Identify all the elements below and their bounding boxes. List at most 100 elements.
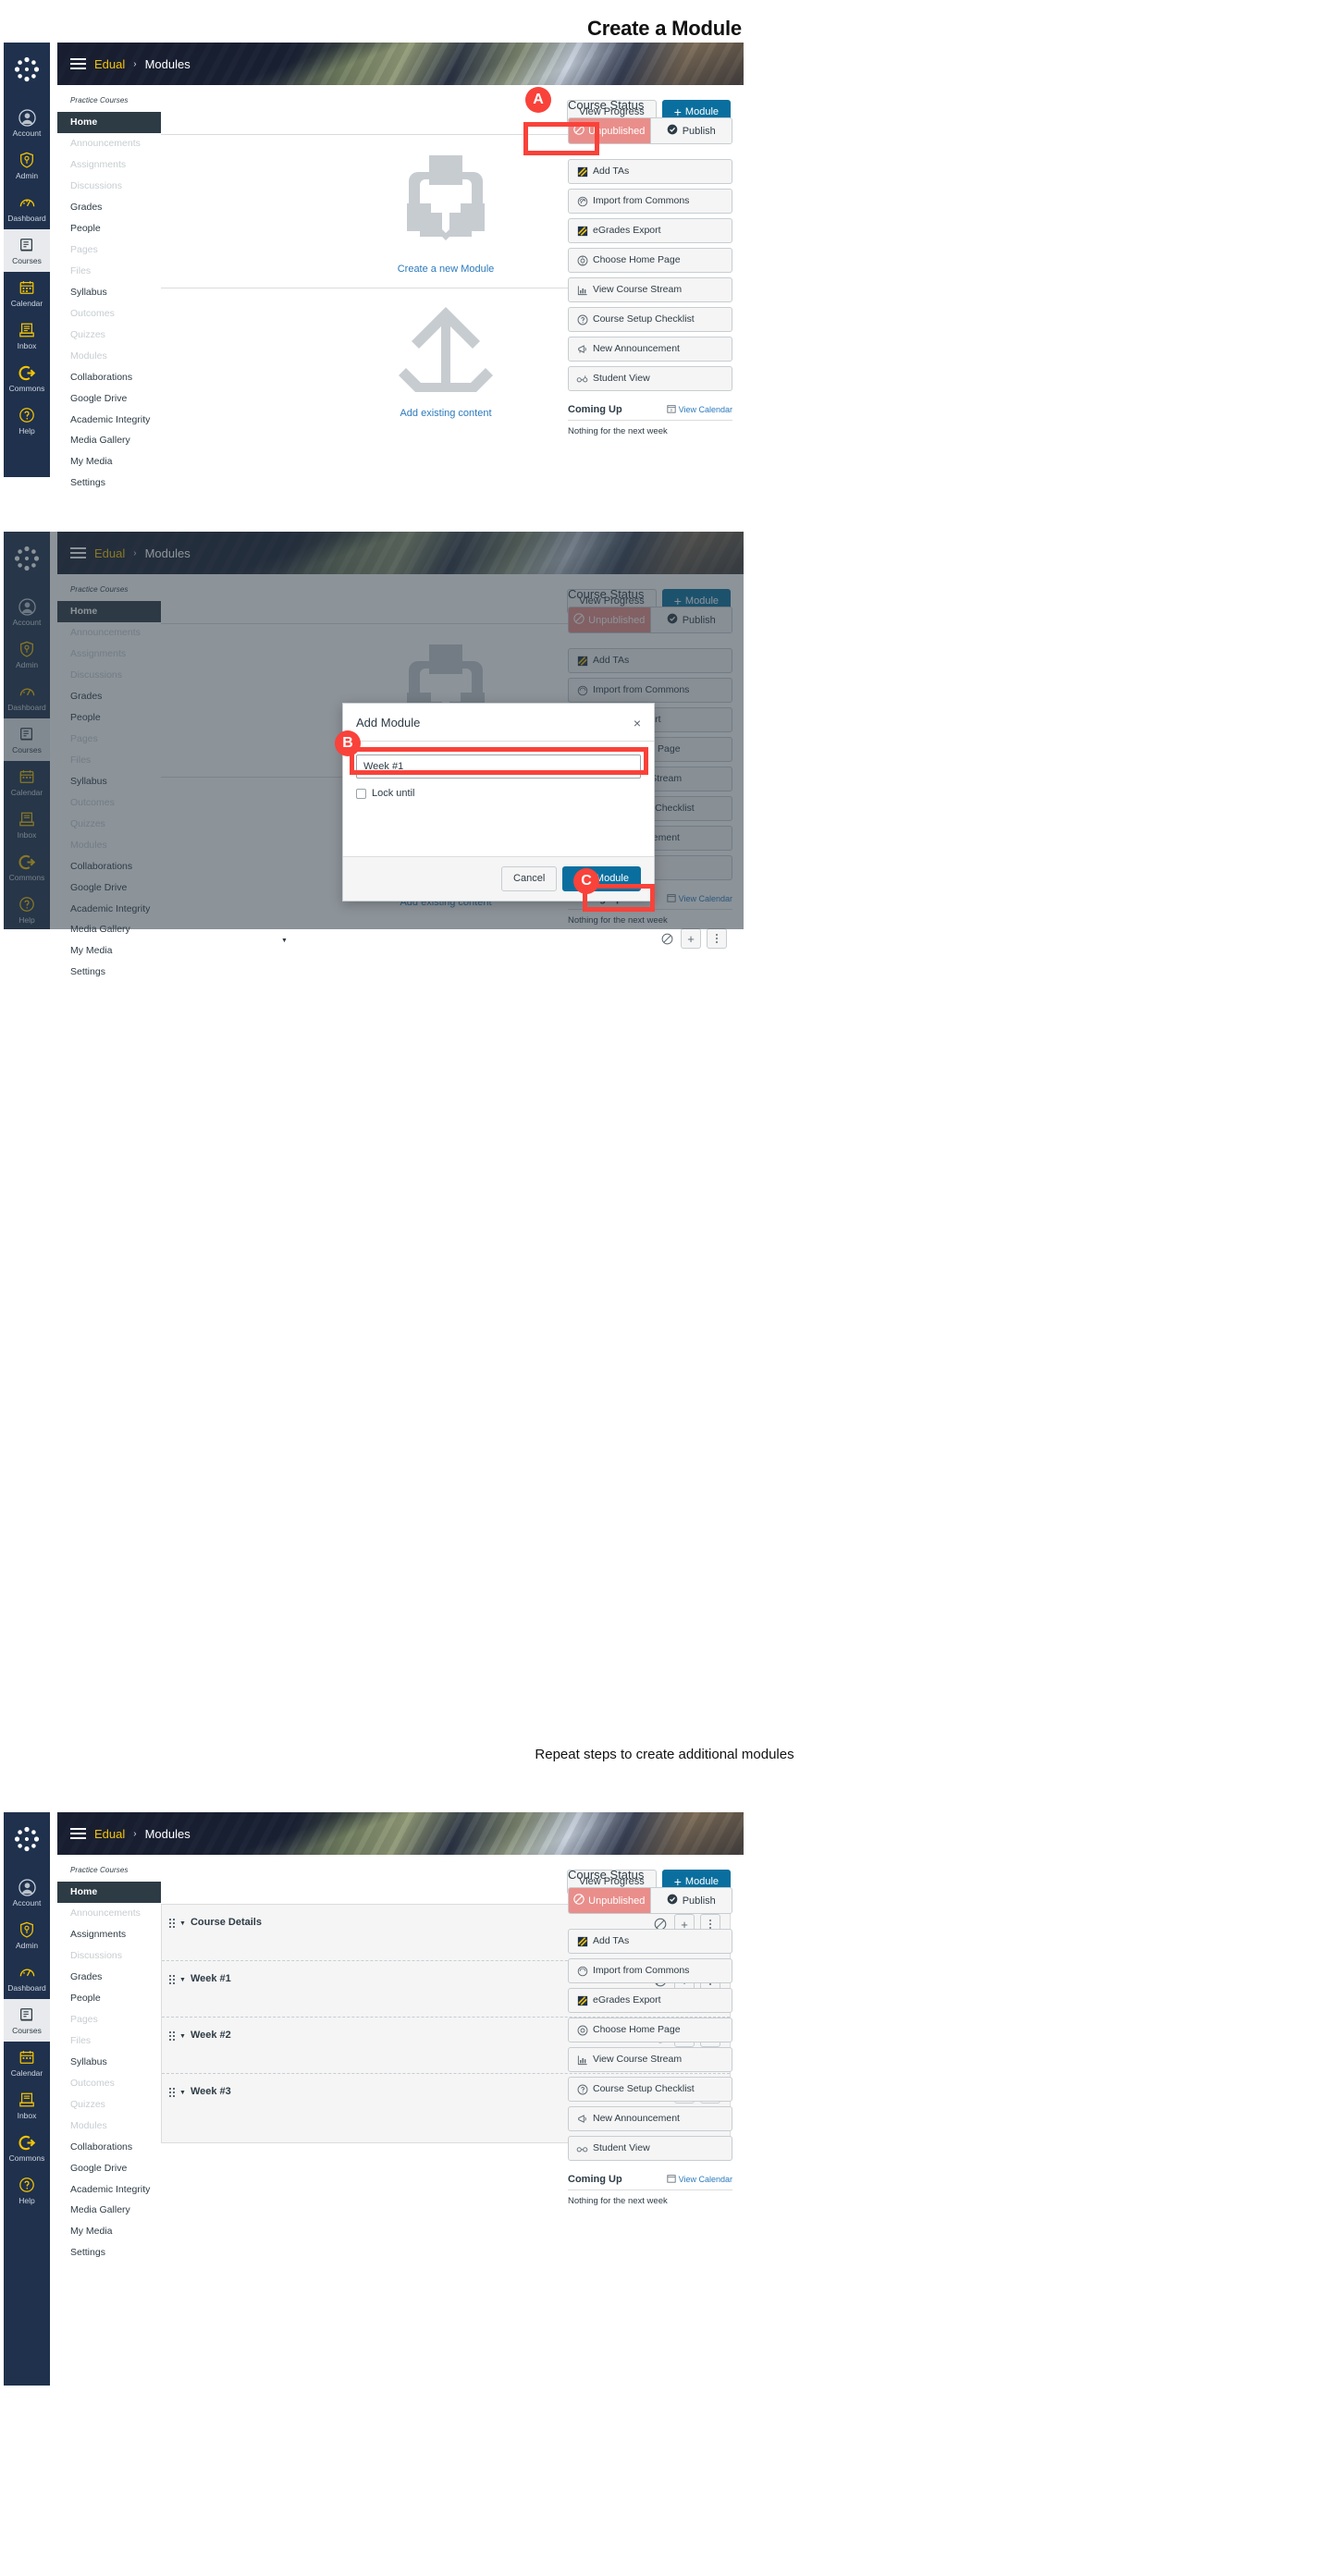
gnav-item-account[interactable]: Account (4, 102, 50, 144)
lock-until-checkbox[interactable] (356, 788, 366, 799)
blocked-circle-icon[interactable] (658, 930, 675, 947)
gnav-item-calendar[interactable]: Calendar (4, 2042, 50, 2084)
gnav-item-commons[interactable]: Commons (4, 2127, 50, 2169)
egrades-export-button[interactable]: eGrades Export (568, 218, 732, 243)
cnav-item-syllabus[interactable]: Syllabus (57, 282, 161, 303)
cnav-item-announcements[interactable]: Announcements (57, 1903, 161, 1924)
cnav-item-outcomes[interactable]: Outcomes (57, 2073, 161, 2094)
cnav-item-my-media[interactable]: My Media (57, 451, 161, 472)
gnav-item-account[interactable]: Account (4, 1871, 50, 1914)
cnav-item-home[interactable]: Home (57, 1882, 161, 1903)
breadcrumb-course[interactable]: Edual (94, 57, 125, 71)
gnav-item-calendar[interactable]: Calendar (4, 272, 50, 314)
choose-home-page-button[interactable]: Choose Home Page (568, 2018, 732, 2042)
cnav-item-home[interactable]: Home (57, 112, 161, 133)
chevron-down-icon[interactable]: ▼ (179, 1920, 186, 1927)
student-view-button[interactable]: Student View (568, 366, 732, 391)
cnav-item-quizzes[interactable]: Quizzes (57, 325, 161, 346)
gnav-item-dashboard[interactable]: Dashboard (4, 1957, 50, 1999)
cnav-item-settings[interactable]: Settings (57, 2242, 161, 2263)
unpublished-button[interactable]: Unpublished (569, 1888, 651, 1913)
cnav-item-media-gallery[interactable]: Media Gallery (57, 430, 161, 451)
chevron-down-icon[interactable]: ▼ (179, 1977, 186, 1983)
gnav-item-help[interactable]: Help (4, 2169, 50, 2212)
course-setup-checklist-button[interactable]: Course Setup Checklist (568, 2077, 732, 2102)
chevron-down-icon[interactable]: ▼ (179, 2033, 186, 2040)
cnav-item-people[interactable]: People (57, 1988, 161, 2009)
gnav-item-dashboard[interactable]: Dashboard (4, 187, 50, 229)
breadcrumb-page[interactable]: Modules (145, 57, 191, 71)
cnav-item-academic-integrity[interactable]: Academic Integrity (57, 2179, 161, 2200)
breadcrumb-page[interactable]: Modules (145, 1827, 191, 1841)
view-calendar-link[interactable]: View Calendar (667, 2174, 732, 2185)
chevron-down-icon[interactable]: ▼ (179, 2090, 186, 2096)
hamburger-menu-icon[interactable] (70, 1828, 86, 1839)
svg-text:3: 3 (670, 408, 672, 412)
student-view-button[interactable]: Student View (568, 2136, 732, 2161)
close-icon[interactable]: × (634, 717, 641, 730)
breadcrumb-course[interactable]: Edual (94, 1827, 125, 1841)
cnav-item-collaborations[interactable]: Collaborations (57, 367, 161, 388)
new-announcement-button[interactable]: New Announcement (568, 337, 732, 362)
add-tas-button[interactable]: Add TAs (568, 159, 732, 184)
cnav-item-collaborations[interactable]: Collaborations (57, 2137, 161, 2158)
new-announcement-button[interactable]: New Announcement (568, 2106, 732, 2131)
cnav-item-academic-integrity[interactable]: Academic Integrity (57, 410, 161, 430)
drag-handle-icon[interactable] (169, 2031, 176, 2042)
gnav-item-help[interactable]: Help (4, 399, 50, 442)
unpublished-button[interactable]: Unpublished (569, 118, 651, 143)
cnav-item-announcements[interactable]: Announcements (57, 133, 161, 154)
gnav-item-courses[interactable]: Courses (4, 229, 50, 272)
cnav-item-google-drive[interactable]: Google Drive (57, 388, 161, 410)
cnav-item-pages[interactable]: Pages (57, 239, 161, 261)
cnav-item-google-drive[interactable]: Google Drive (57, 2158, 161, 2179)
gnav-item-commons[interactable]: Commons (4, 357, 50, 399)
cnav-item-assignments[interactable]: Assignments (57, 154, 161, 176)
gnav-item-admin[interactable]: Admin (4, 144, 50, 187)
cnav-item-outcomes[interactable]: Outcomes (57, 303, 161, 325)
cnav-item-my-media[interactable]: My Media (57, 2221, 161, 2242)
publish-button[interactable]: Publish (650, 118, 732, 143)
egrades-export-button[interactable]: eGrades Export (568, 1988, 732, 2013)
drag-handle-icon[interactable] (169, 2088, 176, 2099)
gnav-item-courses[interactable]: Courses (4, 1999, 50, 2042)
add-tas-button[interactable]: Add TAs (568, 1929, 732, 1954)
drag-handle-icon[interactable] (169, 1975, 176, 1986)
cnav-item-quizzes[interactable]: Quizzes (57, 2094, 161, 2116)
cnav-item-people[interactable]: People (57, 218, 161, 239)
import-from-commons-button[interactable]: Import from Commons (568, 1958, 732, 1983)
view-course-stream-button[interactable]: View Course Stream (568, 2047, 732, 2072)
cnav-item-my-media[interactable]: My Media (57, 940, 161, 962)
cnav-item-assignments[interactable]: Assignments (57, 1924, 161, 1945)
module-name-input[interactable] (356, 754, 641, 779)
view-calendar-link[interactable]: 3 View Calendar (667, 404, 732, 415)
lock-until-row[interactable]: Lock until (356, 788, 641, 799)
cnav-item-discussions[interactable]: Discussions (57, 176, 161, 197)
cnav-item-grades[interactable]: Grades (57, 197, 161, 218)
cnav-item-files[interactable]: Files (57, 261, 161, 282)
cnav-item-syllabus[interactable]: Syllabus (57, 2052, 161, 2073)
cnav-item-grades[interactable]: Grades (57, 1967, 161, 1988)
canvas-logo-icon (13, 55, 41, 83)
gnav-item-inbox[interactable]: Inbox (4, 2084, 50, 2127)
cnav-item-files[interactable]: Files (57, 2030, 161, 2052)
cancel-button[interactable]: Cancel (501, 866, 558, 891)
cnav-item-pages[interactable]: Pages (57, 2009, 161, 2030)
cnav-item-modules[interactable]: Modules (57, 2116, 161, 2137)
choose-home-page-button[interactable]: Choose Home Page (568, 248, 732, 273)
view-course-stream-button[interactable]: View Course Stream (568, 277, 732, 302)
gnav-item-admin[interactable]: Admin (4, 1914, 50, 1957)
drag-handle-icon[interactable] (169, 1919, 176, 1930)
cnav-item-discussions[interactable]: Discussions (57, 1945, 161, 1967)
cnav-item-settings[interactable]: Settings (57, 962, 161, 983)
course-setup-checklist-button[interactable]: Course Setup Checklist (568, 307, 732, 332)
import-from-commons-button[interactable]: Import from Commons (568, 189, 732, 214)
hamburger-menu-icon[interactable] (70, 58, 86, 69)
cnav-item-modules[interactable]: Modules (57, 346, 161, 367)
add-item-button[interactable]: + (681, 928, 701, 949)
row-options-kebab-button[interactable] (707, 928, 727, 949)
cnav-item-settings[interactable]: Settings (57, 472, 161, 494)
publish-button[interactable]: Publish (650, 1888, 732, 1913)
cnav-item-media-gallery[interactable]: Media Gallery (57, 2200, 161, 2221)
gnav-item-inbox[interactable]: Inbox (4, 314, 50, 357)
